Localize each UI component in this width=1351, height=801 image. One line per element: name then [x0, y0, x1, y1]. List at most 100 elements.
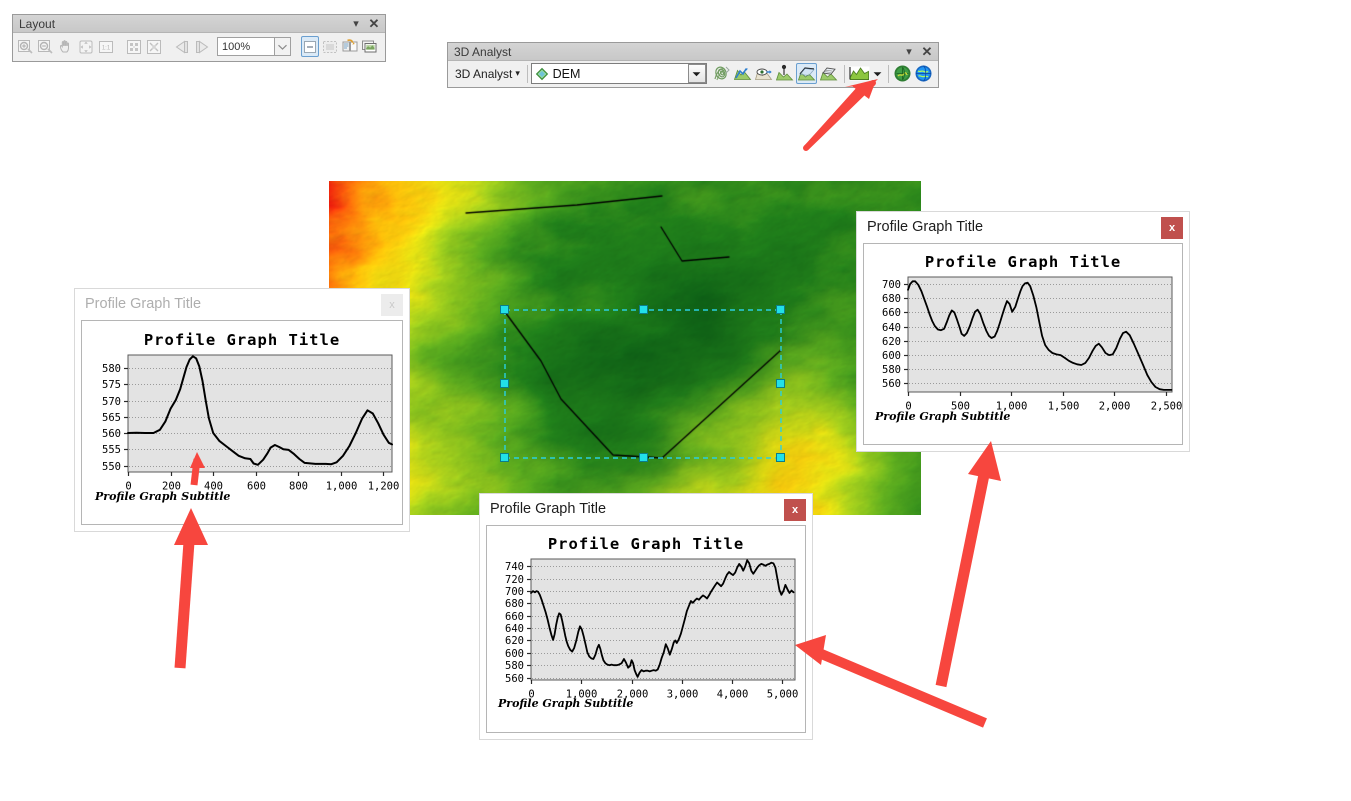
go-forward-extent-icon[interactable] [193, 36, 211, 57]
svg-text:555: 555 [102, 444, 121, 456]
toggle-draft-mode-icon[interactable] [301, 36, 319, 57]
zoom-whole-page-icon[interactable] [77, 36, 95, 57]
arrow-to-right-graph [935, 441, 1001, 688]
arrow-to-bottom-graph [795, 635, 987, 728]
window-titlebar[interactable]: Profile Graph Title x [75, 289, 409, 320]
svg-text:620: 620 [505, 635, 524, 647]
dem-raster-map[interactable] [329, 181, 921, 515]
create-steepest-path-icon[interactable] [893, 63, 912, 84]
selection-handle[interactable] [500, 379, 509, 388]
selection-handle[interactable] [639, 305, 648, 314]
fixed-zoom-out-icon[interactable] [145, 36, 163, 57]
selection-handle[interactable] [500, 305, 509, 314]
chart-title: Profile Graph Title [547, 535, 745, 553]
interpolated-line-selection [504, 309, 782, 459]
layer-select-value: DEM [552, 66, 581, 81]
focus-data-frame-icon[interactable] [321, 36, 339, 57]
profile-chart: 5605806006206406606807000 500 1,000 1,500 2,… [882, 276, 1182, 413]
zoom-100-percent-icon[interactable]: 1:1 [97, 36, 115, 57]
window-title: Profile Graph Title [490, 501, 607, 518]
chart-panel: Profile Graph Title 560 580 600 620 640 660 68… [486, 525, 806, 733]
svg-text:1,200: 1,200 [368, 481, 400, 493]
window-titlebar[interactable]: Profile Graph Title x [857, 212, 1189, 243]
close-icon[interactable]: x [381, 293, 403, 316]
toolbar-options-icon[interactable]: ▾ [902, 45, 916, 59]
svg-text:600: 600 [505, 648, 524, 660]
svg-text:660: 660 [505, 611, 524, 623]
svg-text:1:1: 1:1 [102, 45, 111, 51]
layout-toolbar-titlebar[interactable]: Layout ▾ ✕ [13, 15, 385, 33]
zoom-level-combo[interactable]: 100% [217, 37, 291, 56]
selection-handle[interactable] [639, 453, 648, 462]
fixed-zoom-in-icon[interactable] [125, 36, 143, 57]
contour-icon[interactable] [712, 63, 731, 84]
interpolate-line-icon[interactable] [795, 63, 817, 84]
svg-text:600: 600 [247, 481, 266, 493]
3d-analyst-menu-label: 3D Analyst [455, 66, 513, 81]
layout-toolbar[interactable]: Layout ▾ ✕ 1:1 100% [12, 14, 386, 62]
chevron-down-icon[interactable] [687, 64, 706, 83]
toolbar-separator [888, 64, 889, 83]
svg-text:700: 700 [882, 279, 901, 291]
close-icon[interactable]: ✕ [920, 44, 934, 59]
profile-graph-window-bottom[interactable]: Profile Graph Title x Profile Graph Titl… [479, 493, 813, 740]
layout-toolbar-title: Layout [19, 16, 56, 31]
close-icon[interactable]: ✕ [367, 16, 381, 31]
window-title: Profile Graph Title [867, 219, 984, 236]
toolbar-options-icon[interactable]: ▾ [349, 17, 363, 31]
profile-graph-window-right[interactable]: Profile Graph Title x Profile Graph Titl… [856, 211, 1190, 452]
selection-handle[interactable] [776, 379, 785, 388]
change-layout-icon[interactable] [341, 36, 359, 57]
chart-title: Profile Graph Title [924, 253, 1122, 271]
svg-text:580: 580 [882, 364, 901, 376]
create-profile-graph-icon[interactable] [848, 63, 871, 84]
zoom-level-value[interactable]: 100% [217, 37, 275, 56]
chart-subtitle: Profile Graph Subtitle [498, 697, 634, 710]
svg-text:640: 640 [505, 623, 524, 635]
selection-dashed-box [504, 309, 782, 459]
selection-handle[interactable] [776, 305, 785, 314]
go-back-extent-icon[interactable] [173, 36, 191, 57]
steepest-path-icon[interactable] [733, 63, 752, 84]
svg-text:680: 680 [882, 293, 901, 305]
close-icon[interactable]: x [784, 498, 806, 521]
profile-graph-dropdown-caret[interactable] [873, 63, 882, 84]
svg-text:550: 550 [102, 461, 121, 473]
3d-analyst-titlebar[interactable]: 3D Analyst ▾ ✕ [448, 43, 938, 61]
zoom-out-icon[interactable] [37, 36, 55, 57]
svg-text:3,000: 3,000 [667, 689, 699, 701]
close-icon[interactable]: x [1161, 216, 1183, 239]
interpolate-polygon-icon[interactable] [819, 63, 838, 84]
arcglobe-icon[interactable] [914, 63, 933, 84]
svg-text:640: 640 [882, 322, 901, 334]
svg-text:800: 800 [289, 481, 308, 493]
arrow-to-left-graph-large [174, 508, 208, 669]
3d-analyst-toolbar[interactable]: 3D Analyst ▾ ✕ 3D Analyst ▾ DEM [447, 42, 939, 88]
svg-text:600: 600 [882, 350, 901, 362]
svg-text:2,500: 2,500 [1151, 401, 1182, 413]
svg-text:560: 560 [505, 673, 524, 685]
line-of-sight-icon[interactable] [754, 63, 773, 84]
toolbar-separator [843, 64, 845, 83]
selection-handle[interactable] [500, 453, 509, 462]
data-driven-pages-icon[interactable] [361, 36, 379, 57]
3d-analyst-menu-button[interactable]: 3D Analyst ▾ [451, 65, 524, 83]
window-titlebar[interactable]: Profile Graph Title x [480, 494, 812, 525]
profile-graph-window-left[interactable]: Profile Graph Title x Profile Graph Titl… [74, 288, 410, 532]
interpolate-point-icon[interactable] [775, 63, 794, 84]
layer-select[interactable]: DEM [530, 63, 707, 84]
chart-panel: Profile Graph Title 550 555 560 565 570 575 58… [81, 320, 403, 525]
selection-handle[interactable] [776, 453, 785, 462]
svg-text:4,000: 4,000 [717, 689, 749, 701]
svg-text:680: 680 [505, 598, 524, 610]
zoom-in-icon[interactable] [17, 36, 35, 57]
svg-text:560: 560 [102, 428, 121, 440]
pan-icon[interactable] [57, 36, 75, 57]
svg-text:580: 580 [102, 363, 121, 375]
chevron-down-icon[interactable] [275, 37, 291, 56]
svg-text:720: 720 [505, 574, 524, 586]
chart-panel: Profile Graph Title 560 580 600 620 640 660 68… [863, 243, 1183, 445]
raster-layer-icon [535, 67, 549, 81]
svg-text:660: 660 [882, 307, 901, 319]
svg-text:575: 575 [102, 379, 121, 391]
